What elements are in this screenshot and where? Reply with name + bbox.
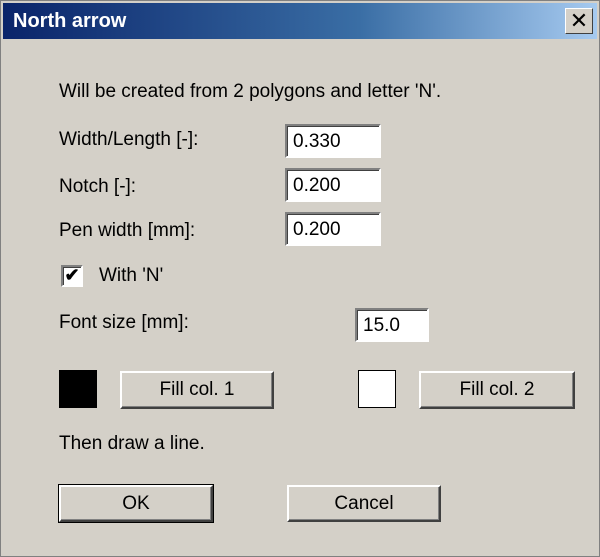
width-length-input[interactable]: 0.330 (285, 124, 381, 158)
notch-label: Notch [-]: (59, 176, 137, 197)
close-icon[interactable]: ✕ (565, 8, 593, 34)
pen-width-input[interactable]: 0.200 (285, 212, 381, 246)
fill-color-1-swatch (59, 370, 97, 408)
with-n-checkbox[interactable]: ✔ (61, 265, 83, 287)
info-text: Will be created from 2 polygons and lett… (59, 81, 442, 102)
then-draw-text: Then draw a line. (59, 433, 205, 454)
title-bar[interactable]: North arrow ✕ (3, 3, 597, 39)
fill-col-1-button[interactable]: Fill col. 1 (120, 371, 274, 409)
with-n-label: With 'N' (99, 265, 164, 286)
fill-color-2-swatch (358, 370, 396, 408)
notch-input[interactable]: 0.200 (285, 168, 381, 202)
dialog-title: North arrow (13, 10, 127, 32)
font-size-input[interactable]: 15.0 (355, 308, 429, 342)
width-length-label: Width/Length [-]: (59, 129, 199, 150)
font-size-label: Font size [mm]: (59, 312, 189, 333)
fill-col-2-button[interactable]: Fill col. 2 (419, 371, 575, 409)
north-arrow-dialog: North arrow ✕ Will be created from 2 pol… (0, 0, 600, 557)
pen-width-label: Pen width [mm]: (59, 220, 196, 241)
ok-button[interactable]: OK (58, 484, 214, 523)
cancel-button[interactable]: Cancel (287, 485, 441, 522)
